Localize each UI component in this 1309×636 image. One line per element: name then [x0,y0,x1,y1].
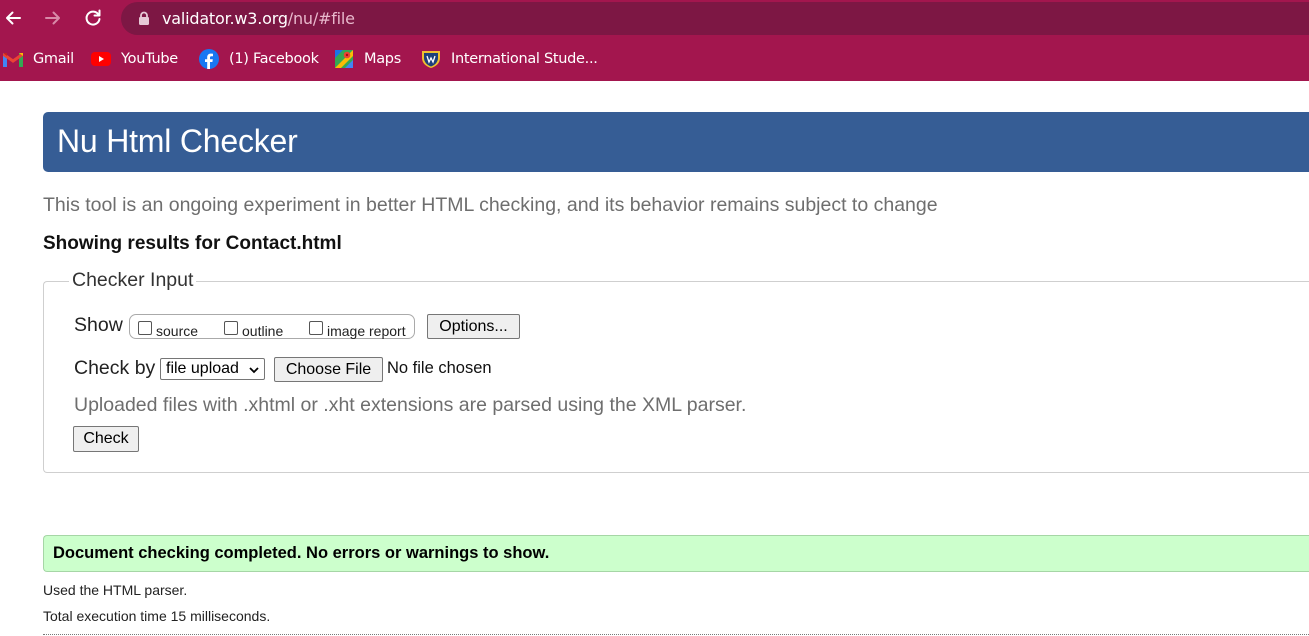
bookmark-youtube[interactable]: YouTube [91,48,178,70]
success-message: Document checking completed. No errors o… [53,544,550,562]
url-host: validator.w3.org [162,9,288,28]
xml-parser-note: Uploaded files with .xhtml or .xht exten… [74,394,747,416]
checkbox-box[interactable] [224,320,238,335]
choose-file-button[interactable]: Choose File [274,357,383,382]
url-path: /nu/#file [287,9,355,28]
checkbox-label: image report [327,323,406,339]
lock-icon[interactable] [138,11,150,31]
youtube-icon [91,49,111,69]
gmail-icon [3,49,23,69]
show-source-checkbox[interactable]: source [138,316,198,339]
url-text[interactable]: validator.w3.org/nu/#file [162,9,355,28]
options-button[interactable]: Options... [427,314,520,339]
show-outline-checkbox[interactable]: outline [224,316,283,339]
page-title: Nu Html Checker [57,123,298,159]
bookmarks-bar: Gmail YouTube (1) Facebook Maps Internat… [0,37,1309,81]
bookmark-label: YouTube [121,51,178,67]
back-icon[interactable] [1,6,25,30]
address-bar[interactable]: validator.w3.org/nu/#file [121,2,1309,35]
browser-toolbar: validator.w3.org/nu/#file [0,0,1309,37]
maps-icon [334,49,354,69]
check-by-value: file upload [166,360,239,377]
checkbox-box[interactable] [309,320,323,335]
page-header: Nu Html Checker [43,112,1309,172]
execution-time: Total execution time 15 milliseconds. [43,608,271,624]
check-by-label: Check by [74,357,156,379]
facebook-icon [199,49,219,69]
bookmark-international-student[interactable]: International Stude... [421,48,598,70]
bookmark-label: Gmail [33,51,74,67]
bookmark-maps[interactable]: Maps [334,48,401,70]
results-heading: Showing results for Contact.html [43,233,342,254]
checkbox-label: source [156,323,199,339]
checkbox-box[interactable] [138,320,152,335]
chevron-down-icon [248,363,260,381]
bookmark-label: (1) Facebook [229,51,319,67]
bookmark-facebook[interactable]: (1) Facebook [199,48,319,70]
show-image-report-checkbox[interactable]: image report [309,316,406,339]
check-by-select[interactable]: file upload [160,358,265,380]
forward-icon[interactable] [41,6,65,30]
intro-text: This tool is an ongoing experiment in be… [43,194,938,216]
shield-icon [421,49,441,69]
parser-info: Used the HTML parser. [43,582,188,598]
bookmark-label: International Stude... [451,51,598,67]
bookmark-label: Maps [364,51,401,67]
success-message-box: Document checking completed. No errors o… [43,535,1309,572]
checkbox-label: outline [242,323,284,339]
no-file-chosen-text: No file chosen [387,359,492,377]
divider [43,634,1309,635]
reload-icon[interactable] [81,6,105,30]
checker-input-legend: Checker Input [69,269,197,292]
show-label: Show [74,314,123,336]
bookmark-gmail[interactable]: Gmail [3,48,74,70]
check-button[interactable]: Check [73,426,139,452]
